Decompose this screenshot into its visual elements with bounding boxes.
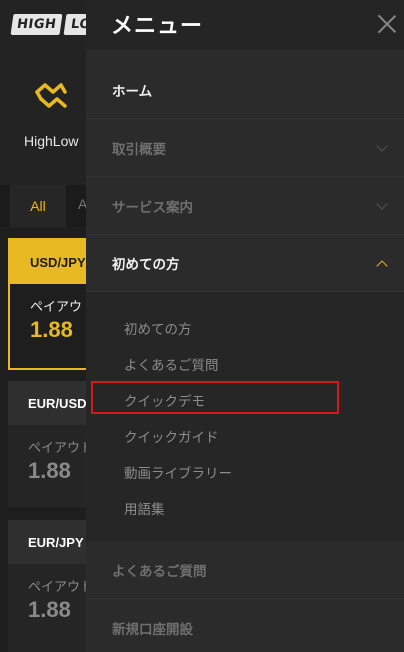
- menu-item-trade-overview[interactable]: 取引概要: [86, 120, 404, 177]
- menu-title: メニュー: [111, 14, 204, 39]
- menu-item-label: よくあるご質問: [112, 564, 207, 580]
- submenu-item-video-library[interactable]: 動画ライブラリー: [124, 462, 232, 482]
- highlow-brand-icon: [35, 83, 67, 108]
- close-icon[interactable]: [376, 12, 398, 34]
- menu-item-label: サービス案内: [112, 200, 193, 216]
- submenu-item-quick-guide[interactable]: クイックガイド: [124, 426, 219, 446]
- card-pair: EUR/JPY: [8, 520, 98, 564]
- asset-card-eurjpy[interactable]: EUR/JPY ペイアウト 1.88: [8, 520, 98, 652]
- chevron-up-icon: [376, 260, 388, 272]
- menu-item-services[interactable]: サービス案内: [86, 178, 404, 235]
- card-pair: USD/JPY: [10, 240, 96, 284]
- submenu-item-faq[interactable]: よくあるご質問: [124, 354, 219, 374]
- menu-header: メニュー: [86, 0, 404, 50]
- asset-card-eurusd[interactable]: EUR/USD ペイアウト 1.88: [8, 381, 98, 507]
- card-pair: EUR/USD: [8, 381, 98, 425]
- brand-name: HighLow: [24, 133, 79, 149]
- side-menu: メニュー ホーム 取引概要 サービス案内 初めての方 初めての方 よくあるご質問…: [86, 0, 404, 652]
- submenu-item-glossary[interactable]: 用語集: [124, 498, 165, 518]
- submenu-item-quick-demo[interactable]: クイックデモ: [124, 390, 205, 410]
- menu-item-beginners[interactable]: 初めての方: [86, 235, 404, 292]
- brand-area: [0, 50, 100, 185]
- logo-part-1: HIGH: [10, 14, 63, 35]
- menu-item-label: ホーム: [112, 84, 153, 100]
- menu-item-label: 新規口座開設: [112, 621, 193, 638]
- highlow-logo[interactable]: HIGH LO: [10, 13, 99, 36]
- menu-item-label: 取引概要: [112, 142, 166, 158]
- submenu-item-beginners[interactable]: 初めての方: [124, 318, 192, 338]
- menu-item-faq[interactable]: よくあるご質問: [86, 542, 404, 599]
- chevron-down-icon: [376, 198, 388, 210]
- asset-card-usdjpy[interactable]: USD/JPY ペイアウト 1.88: [8, 238, 98, 370]
- menu-item-label: 初めての方: [112, 257, 180, 273]
- chevron-down-icon: [376, 140, 388, 152]
- menu-item-open-account[interactable]: 新規口座開設: [86, 599, 404, 652]
- tab-all[interactable]: All: [10, 185, 66, 227]
- beginners-submenu: 初めての方 よくあるご質問 クイックデモ クイックガイド 動画ライブラリー 用語…: [86, 292, 404, 542]
- menu-item-home[interactable]: ホーム: [86, 62, 404, 119]
